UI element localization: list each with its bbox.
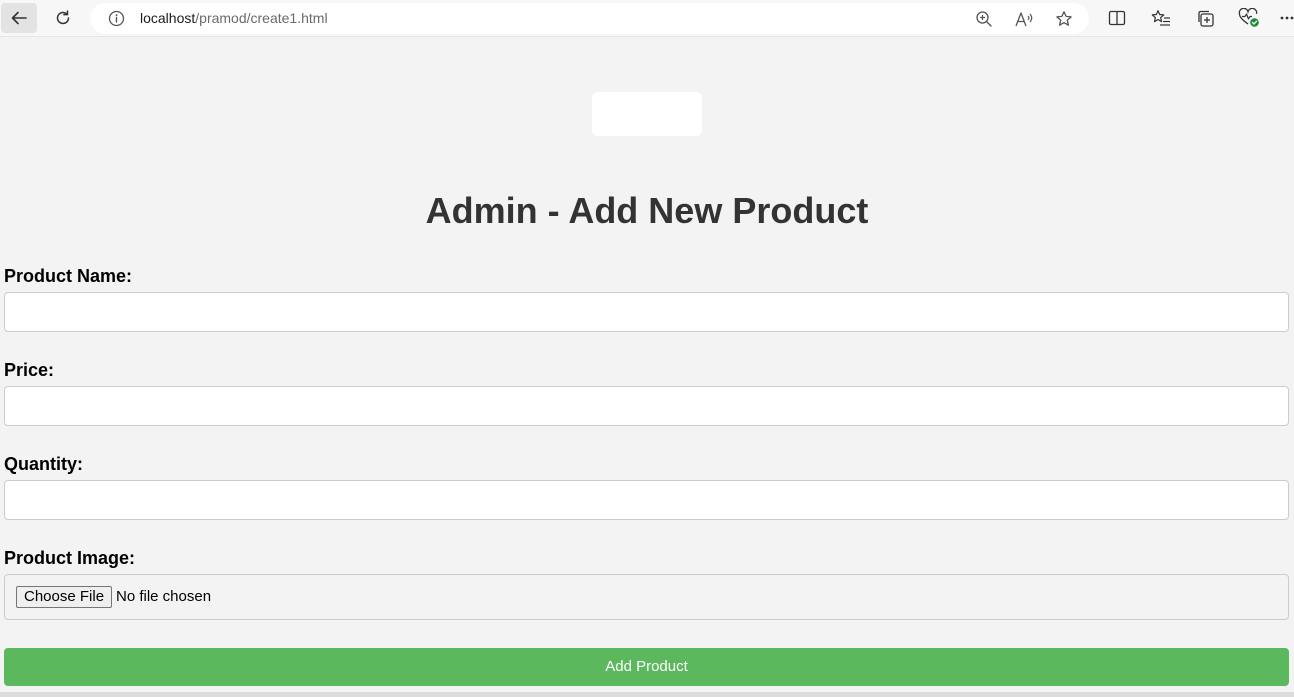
address-bar[interactable]: localhost/pramod/create1.html [90,3,1089,34]
quantity-input[interactable] [4,480,1289,520]
product-image-label: Product Image: [4,548,136,568]
logo-placeholder [592,92,702,136]
price-label: Price: [4,360,55,380]
reload-button[interactable] [45,3,81,33]
quantity-label: Quantity: [4,454,83,474]
product-name-label: Product Name: [4,266,133,286]
info-icon[interactable] [108,10,125,27]
price-input[interactable] [4,386,1289,426]
add-product-button[interactable]: Add Product [4,648,1289,686]
choose-file-button[interactable]: Choose File [16,586,113,608]
split-screen-icon[interactable] [1106,7,1128,29]
page-title: Admin - Add New Product [425,190,869,231]
favorites-list-icon[interactable] [1150,7,1172,29]
reload-icon [54,9,72,27]
file-status-text: No file chosen [116,588,212,605]
browser-essentials-icon[interactable] [1238,7,1260,29]
zoom-icon[interactable] [974,9,994,29]
url-text: localhost/pramod/create1.html [140,10,328,27]
product-image-file-input: Choose File No file chosen [4,574,1289,620]
browser-toolbar: localhost/pramod/create1.html [0,0,1294,37]
back-arrow-icon [10,9,28,27]
product-name-input[interactable] [4,292,1289,332]
back-button[interactable] [1,3,37,33]
url-path: /pramod/create1.html [195,10,328,26]
star-icon[interactable] [1054,9,1074,29]
url-host: localhost [140,10,196,26]
more-icon[interactable] [1280,7,1294,29]
collections-icon[interactable] [1194,7,1216,29]
bottom-scrollbar [0,692,1294,697]
read-aloud-icon[interactable] [1014,9,1034,29]
